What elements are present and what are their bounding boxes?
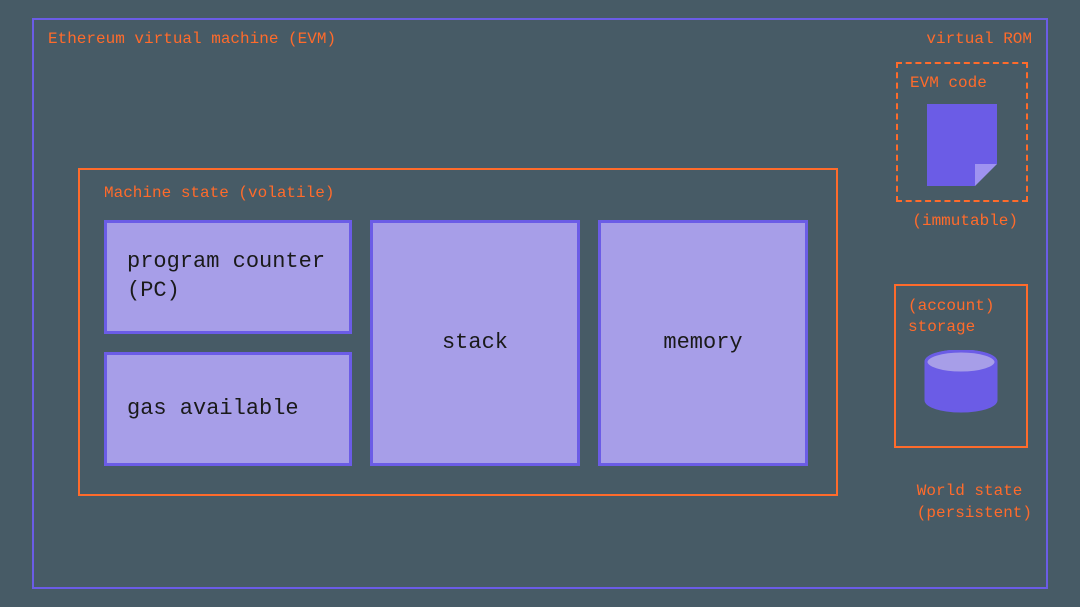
machine-state-title: Machine state (volatile) (104, 184, 812, 202)
page-icon (927, 104, 997, 186)
world-state-line1: World state (917, 482, 1023, 500)
world-state-line2: (persistent) (917, 504, 1032, 522)
storage-label-line1: (account) (908, 297, 994, 315)
storage-box: (account) storage (894, 284, 1028, 448)
gas-cell: gas available (104, 352, 352, 466)
world-state-label: World state (persistent) (917, 480, 1032, 525)
rom-code-label: EVM code (910, 74, 1014, 92)
immutable-label: (immutable) (912, 212, 1018, 230)
stack-cell: stack (370, 220, 580, 466)
rom-box: EVM code (896, 62, 1028, 202)
database-icon (924, 350, 998, 414)
memory-cell: memory (598, 220, 808, 466)
pc-cell: program counter (PC) (104, 220, 352, 334)
left-column: program counter (PC) gas available (104, 220, 352, 466)
storage-label-line2: storage (908, 318, 975, 336)
machine-state-contents: program counter (PC) gas available stack… (104, 220, 812, 466)
machine-state-box: Machine state (volatile) program counter… (78, 168, 838, 496)
evm-title: Ethereum virtual machine (EVM) (48, 30, 336, 48)
rom-title: virtual ROM (926, 30, 1032, 48)
storage-label: (account) storage (908, 296, 1014, 338)
